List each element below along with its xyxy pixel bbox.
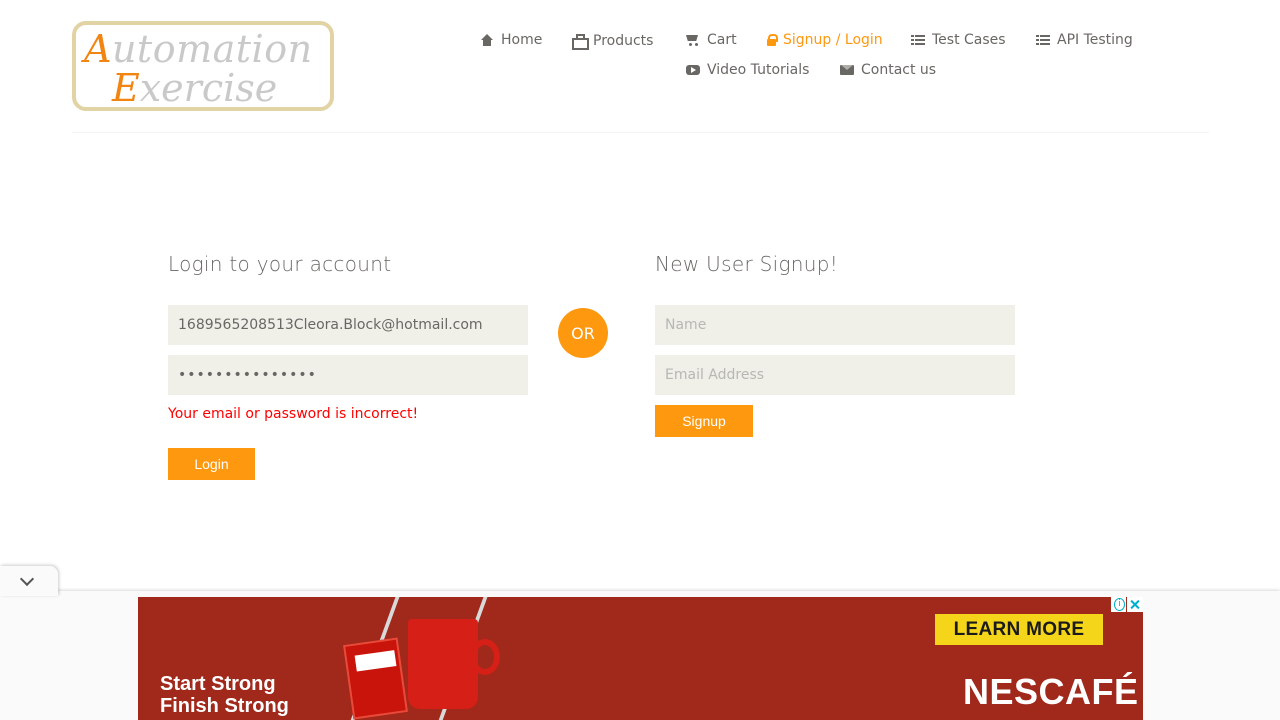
- ad-info-icon[interactable]: [1111, 597, 1126, 612]
- list-icon: [911, 33, 925, 47]
- nav-products[interactable]: Products: [572, 30, 653, 52]
- login-email-field[interactable]: 1689565208513Cleora.Block@hotmail.com: [168, 305, 528, 345]
- ad-tagline: Start Strong Finish Strong: [160, 673, 289, 717]
- automation-exercise-logo[interactable]: Automation Exercise: [72, 21, 334, 111]
- signup-email-field[interactable]: Email Address: [655, 355, 1015, 395]
- ad-product-pack-image: [343, 637, 408, 720]
- youtube-play-icon: [686, 63, 700, 77]
- signup-title: New User Signup!: [655, 252, 839, 276]
- home-icon: [480, 33, 494, 47]
- login-error-message: Your email or password is incorrect!: [168, 406, 419, 422]
- or-divider: OR: [558, 308, 608, 358]
- site-header: Automation Exercise Home Products Cart S…: [0, 0, 1280, 133]
- nav-signup-login[interactable]: Signup / Login: [765, 29, 883, 51]
- ad-mug-handle: [470, 639, 500, 675]
- nav-test-cases[interactable]: Test Cases: [911, 29, 1006, 51]
- signup-button[interactable]: Signup: [655, 405, 753, 437]
- header-divider: [72, 132, 1209, 133]
- nav-api-testing[interactable]: API Testing: [1036, 29, 1133, 51]
- nav-video-tutorials[interactable]: Video Tutorials: [686, 59, 809, 81]
- nav-contact-us[interactable]: Contact us: [840, 59, 936, 81]
- ad-close-icon[interactable]: [1127, 597, 1143, 612]
- nav-cart[interactable]: Cart: [686, 29, 737, 51]
- briefcase-icon: [572, 34, 589, 50]
- login-title: Login to your account: [168, 252, 392, 276]
- ad-learn-more-button[interactable]: LEARN MORE: [935, 614, 1103, 645]
- chevron-down-icon: [19, 571, 35, 587]
- shopping-cart-icon: [686, 33, 700, 47]
- nav-home[interactable]: Home: [480, 29, 542, 51]
- advertisement-banner[interactable]: Start Strong Finish Strong LEARN MORE NE…: [138, 597, 1143, 720]
- signup-name-field[interactable]: Name: [655, 305, 1015, 345]
- login-password-field[interactable]: •••••••••••••••: [168, 355, 528, 395]
- ad-brand-logo: NESCAFÉ: [963, 671, 1139, 712]
- ad-collapse-toggle[interactable]: [0, 566, 58, 596]
- list-icon: [1036, 33, 1050, 47]
- login-button[interactable]: Login: [168, 448, 255, 480]
- envelope-icon: [840, 63, 854, 77]
- lock-icon: [765, 33, 778, 47]
- ad-mug-image: [408, 619, 478, 709]
